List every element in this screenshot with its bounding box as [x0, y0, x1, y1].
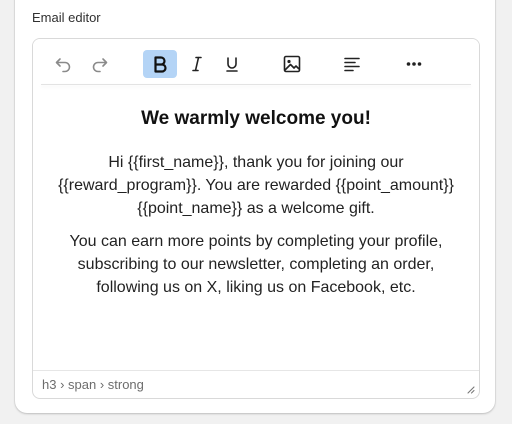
align-left-icon	[344, 57, 360, 72]
editor-statusbar: h3 › span › strong	[33, 370, 479, 398]
italic-icon	[192, 56, 202, 72]
editor-toolbar	[33, 39, 479, 85]
undo-button[interactable]	[46, 50, 80, 78]
insert-image-button[interactable]	[275, 50, 309, 78]
image-icon	[283, 55, 301, 73]
more-button[interactable]	[397, 50, 431, 78]
element-path[interactable]: h3 › span › strong	[42, 377, 144, 392]
underline-icon	[226, 57, 238, 72]
welcome-paragraph[interactable]: Hi {{first_name}}, thank you for joining…	[33, 151, 479, 220]
underline-button[interactable]	[215, 50, 249, 78]
undo-icon	[55, 58, 71, 73]
italic-button[interactable]	[180, 50, 214, 78]
more-icon	[406, 62, 422, 66]
redo-button[interactable]	[83, 50, 117, 78]
earn-points-paragraph[interactable]: You can earn more points by completing y…	[33, 230, 479, 299]
toolbar-divider	[41, 84, 471, 85]
bold-button[interactable]	[143, 50, 177, 78]
email-editor[interactable]: We warmly welcome you! Hi {{first_name}}…	[32, 38, 480, 399]
redo-icon	[92, 58, 108, 73]
editor-content[interactable]: We warmly welcome you! Hi {{first_name}}…	[33, 99, 479, 299]
resize-handle-icon[interactable]	[465, 384, 475, 394]
bold-icon	[154, 56, 167, 73]
email-heading[interactable]: We warmly welcome you!	[33, 107, 479, 131]
field-label: Email editor	[32, 10, 101, 25]
align-left-button[interactable]	[335, 50, 369, 78]
